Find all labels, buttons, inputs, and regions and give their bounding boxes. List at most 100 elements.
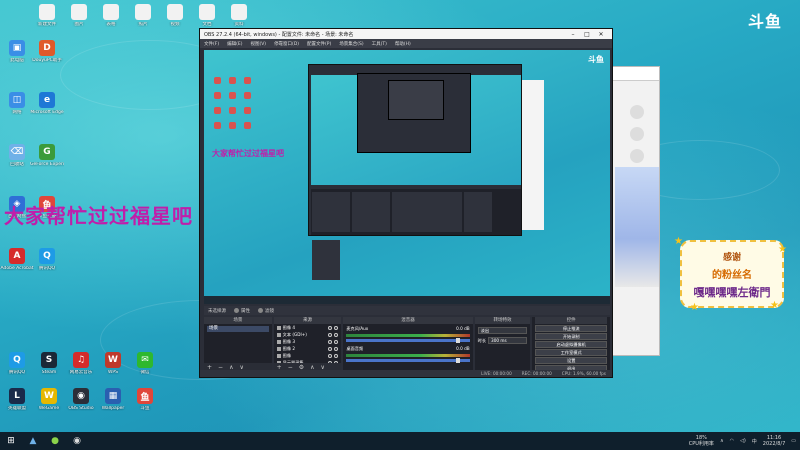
live-time: LIVE: 00:00:00: [481, 371, 512, 376]
obs-title: OBS 27.2.4 (64-bit, windows) - 配置文件: 未命名…: [204, 31, 354, 38]
nested-browser: [522, 80, 544, 230]
obs-taskbar-icon[interactable]: ◉: [70, 434, 84, 448]
menu-item[interactable]: 编辑(E): [227, 41, 242, 47]
menu-item[interactable]: 场景集合(S): [339, 41, 363, 47]
properties-button[interactable]: 属性: [234, 308, 250, 314]
desktop-icon[interactable]: 鱼斗鱼: [128, 388, 162, 411]
eye-icon[interactable]: [328, 353, 333, 358]
transition-select[interactable]: 淡出: [477, 327, 528, 334]
app-icon: Q: [39, 248, 55, 264]
menu-item[interactable]: 视图(V): [250, 41, 266, 47]
desktop-icon[interactable]: 图片: [62, 4, 96, 27]
desktop-icon[interactable]: 新建文件: [30, 4, 64, 27]
desktop-icon-label: DouyuPC助手: [32, 58, 62, 63]
desktop-icon[interactable]: ♫ 网易云音乐: [64, 352, 98, 375]
desktop-icon[interactable]: S Steam: [32, 352, 66, 375]
browser-toolbar[interactable]: [613, 67, 659, 81]
app-icon: Q: [9, 352, 25, 368]
desktop-icon[interactable]: D DouyuPC助手: [30, 40, 64, 63]
desktop-icon[interactable]: e Microsoft Edge: [30, 92, 64, 115]
duration-input[interactable]: 300 ms: [488, 337, 528, 344]
mixer-header: 混音器: [343, 317, 473, 324]
cpu-usage-indicator[interactable]: 18% CPU利用率: [689, 435, 714, 447]
minimize-icon[interactable]: –: [566, 31, 580, 38]
obs-docks: 场景 场景 + − ∧ ∨ 来源 图像 4 文本 (GDI+) 图像 3 图像 2 图像 显示器…: [204, 317, 611, 372]
lock-icon[interactable]: [334, 325, 339, 330]
desktop-icon[interactable]: 视频: [158, 4, 192, 27]
desktop-icon[interactable]: ◉ OBS Studio: [64, 388, 98, 411]
desktop-icon[interactable]: 文档: [190, 4, 224, 27]
lock-icon[interactable]: [334, 346, 339, 351]
desktop-icon[interactable]: W WPS: [96, 352, 130, 375]
control-button[interactable]: 启动虚拟摄像机: [535, 341, 608, 348]
eye-icon[interactable]: [328, 339, 333, 344]
background-browser-window[interactable]: [612, 66, 660, 356]
control-button[interactable]: 停止推流: [535, 325, 608, 332]
cpu-usage-label: CPU利用率: [688, 441, 714, 447]
maximize-icon[interactable]: □: [580, 31, 594, 38]
source-item[interactable]: 图像: [274, 352, 342, 359]
windows-start-icon[interactable]: ⊞: [4, 434, 18, 448]
desktop-icon-label: 资料: [234, 22, 244, 27]
obs-preview[interactable]: 斗鱼 大家帮忙过过福星吧: [204, 50, 610, 304]
source-item[interactable]: 图像 4: [274, 324, 342, 331]
source-item[interactable]: 图像 2: [274, 345, 342, 352]
desktop-icon-label: Microsoft Edge: [30, 110, 64, 115]
scene-item[interactable]: 场景: [207, 326, 269, 332]
desktop-icon[interactable]: L 英雄联盟: [0, 388, 34, 411]
desktop-icon[interactable]: W WeGame: [32, 388, 66, 411]
volume-slider[interactable]: [346, 338, 470, 343]
eye-icon[interactable]: [328, 325, 333, 330]
menu-item[interactable]: 文件(F): [204, 41, 219, 47]
taskbar-app-icon[interactable]: ▲: [26, 434, 40, 448]
source-list: 图像 4 文本 (GDI+) 图像 3 图像 2 图像 显示器采集: [274, 324, 342, 366]
taskbar-app-icon[interactable]: ●: [48, 434, 62, 448]
desktop-icon[interactable]: G GeForce Experience: [30, 144, 64, 167]
input-language[interactable]: 中: [752, 438, 757, 445]
scene-list: 场景: [204, 326, 272, 332]
desktop-icon[interactable]: ◫ 网络: [0, 92, 34, 115]
transitions-dock: 转场特效 淡出 时长 300 ms: [474, 317, 531, 371]
wifi-icon[interactable]: ◠: [730, 438, 734, 444]
clock[interactable]: 11:16 2022/8/7: [763, 435, 785, 447]
mixer-channel: 桌面音频 0.0 dB: [343, 344, 472, 364]
menu-item[interactable]: 停靠窗口(D): [274, 41, 299, 47]
obs-titlebar[interactable]: OBS 27.2.4 (64-bit, windows) - 配置文件: 未命名…: [200, 29, 612, 39]
close-icon[interactable]: ✕: [594, 31, 608, 38]
desktop-icon[interactable]: Q 腾讯QQ: [30, 248, 64, 271]
lock-icon[interactable]: [334, 353, 339, 358]
eye-icon[interactable]: [328, 346, 333, 351]
menu-item[interactable]: 帮助(H): [395, 41, 411, 47]
app-icon: [103, 4, 119, 20]
obs-window[interactable]: OBS 27.2.4 (64-bit, windows) - 配置文件: 未命名…: [199, 28, 613, 378]
lock-icon[interactable]: [334, 332, 339, 337]
source-item[interactable]: 文本 (GDI+): [274, 331, 342, 338]
desktop-icon[interactable]: ⌫ 回收站: [0, 144, 34, 167]
control-button[interactable]: 设置: [535, 357, 608, 364]
source-item[interactable]: 图像 3: [274, 338, 342, 345]
desktop-icon[interactable]: ✉ 微信: [128, 352, 162, 375]
lock-icon[interactable]: [334, 339, 339, 344]
desktop-icon[interactable]: 资料: [222, 4, 256, 27]
desktop-icon[interactable]: 照片: [126, 4, 160, 27]
menu-item[interactable]: 配置文件(P): [307, 41, 331, 47]
sign-line-3: 嘎嘿嘿嘿左衛門: [693, 286, 771, 299]
volume-slider[interactable]: [346, 358, 470, 363]
desktop-icon[interactable]: ▦ Wallpaper: [96, 388, 130, 411]
desktop-icon[interactable]: Q 腾讯QQ: [0, 352, 34, 375]
filter-icon: [258, 308, 263, 313]
app-icon: S: [41, 352, 57, 368]
volume-icon[interactable]: ◁): [740, 438, 746, 444]
eye-icon[interactable]: [328, 332, 333, 337]
desktop-icon[interactable]: 表格: [94, 4, 128, 27]
control-button[interactable]: 工作室模式: [535, 349, 608, 356]
chevron-up-icon[interactable]: ∧: [720, 438, 724, 444]
control-button[interactable]: 开始录制: [535, 333, 608, 340]
menu-item[interactable]: 工具(T): [372, 41, 387, 47]
notification-icon[interactable]: ▭: [791, 438, 796, 444]
app-icon: W: [41, 388, 57, 404]
app-icon: ⌫: [9, 144, 25, 160]
filters-button[interactable]: 滤镜: [258, 308, 274, 314]
desktop-icon[interactable]: A Adobe Acrobat: [0, 248, 34, 271]
desktop-icon[interactable]: ▣ 此电脑: [0, 40, 34, 63]
